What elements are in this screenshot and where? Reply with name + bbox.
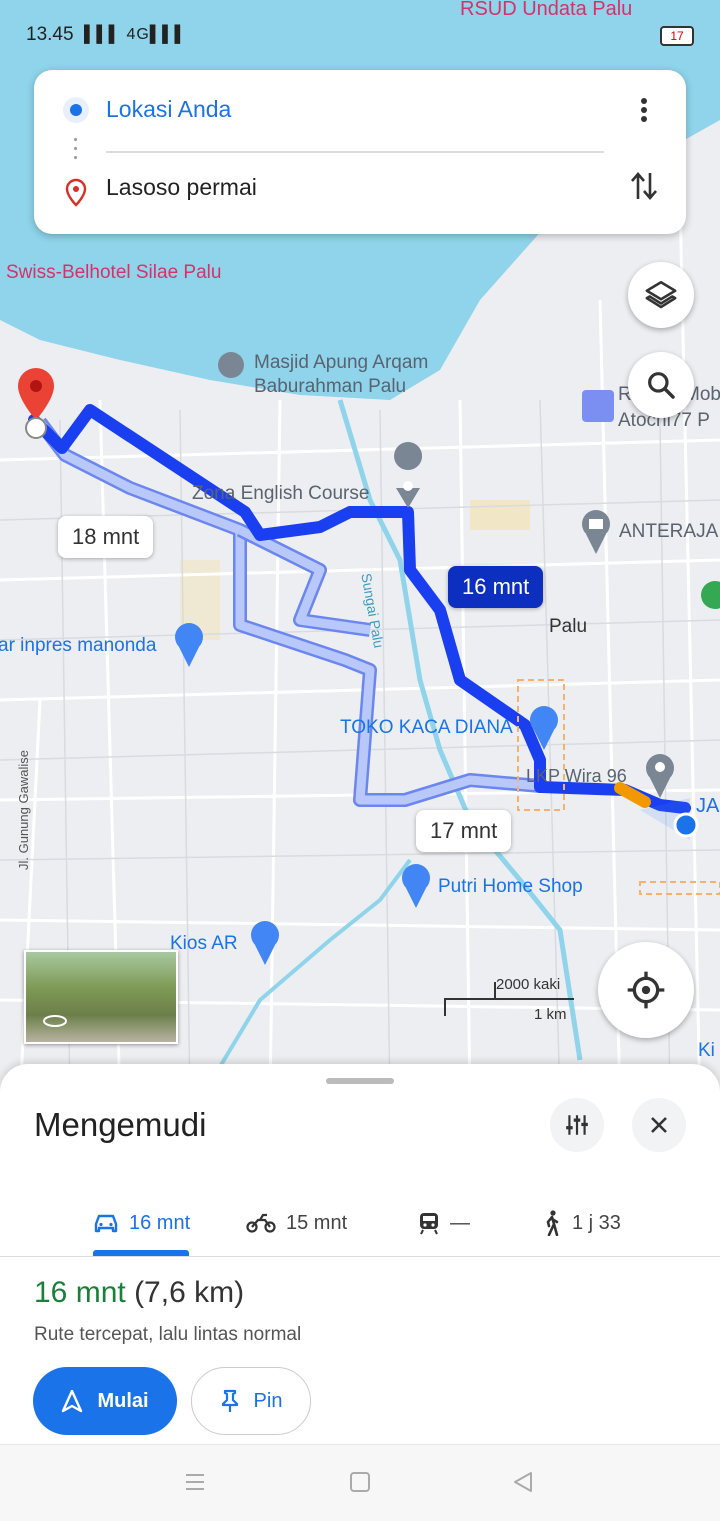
destination-field[interactable]: Lasoso permai (106, 174, 257, 201)
route-distance: (7,6 km) (134, 1276, 245, 1309)
destination-marker-icon (65, 178, 87, 207)
directions-card: Lokasi Anda Lasoso permai (34, 70, 686, 234)
car-icon (94, 1214, 118, 1233)
destination-row[interactable]: Lasoso permai (34, 162, 686, 222)
signal-icon: ▌▌▌ 4G▌▌▌ (84, 26, 187, 43)
search-icon (648, 372, 675, 399)
route-bubble-alt-bottom[interactable]: 17 mnt (416, 810, 512, 852)
origin-field[interactable]: Lokasi Anda (106, 96, 231, 123)
pin-icon (221, 1389, 238, 1412)
back-icon[interactable] (512, 1471, 534, 1493)
swap-vert-icon (631, 172, 657, 200)
label-ki[interactable]: Ki (698, 1040, 715, 1062)
route-description: Rute tercepat, lalu lintas normal (34, 1324, 302, 1345)
home-icon[interactable] (349, 1471, 371, 1493)
label-hotel[interactable]: Swiss-Belhotel Silae Palu (6, 262, 221, 284)
card-divider (106, 151, 604, 153)
poi-pin-dealer (582, 390, 614, 422)
menu-icon[interactable] (184, 1471, 206, 1493)
route-summary: 16 mnt (7,6 km) (34, 1276, 244, 1310)
label-mosque-line1[interactable]: Masjid Apung Arqam (254, 352, 428, 374)
active-tab-indicator (93, 1250, 189, 1256)
drag-handle[interactable] (326, 1078, 394, 1084)
tab-transit-label: — (450, 1211, 470, 1234)
navigation-arrow-icon (62, 1389, 83, 1413)
walk-icon (546, 1210, 559, 1236)
close-icon (651, 1117, 667, 1133)
label-hospital[interactable]: RSUD Undata Palu (460, 0, 632, 21)
motorcycle-icon (246, 1213, 276, 1233)
pin-label: Pin (253, 1389, 283, 1412)
route-options-button[interactable] (550, 1098, 604, 1152)
label-glass-shop[interactable]: TOKO KACA DIANA (340, 717, 513, 739)
layers-button[interactable] (628, 262, 694, 328)
label-kios[interactable]: Kios AR (170, 933, 238, 955)
origin-row[interactable]: Lokasi Anda (34, 80, 686, 140)
label-course[interactable]: Zona English Course (192, 483, 369, 505)
sheet-title: Mengemudi (34, 1106, 207, 1143)
route-duration: 16 mnt (34, 1276, 126, 1309)
label-courier[interactable]: ANTERAJA (619, 521, 718, 543)
tab-walking[interactable]: 1 j 33 (542, 1190, 621, 1256)
tab-motorcycle[interactable]: 15 mnt (246, 1190, 347, 1256)
scale-metric: 1 km (534, 1006, 567, 1023)
route-bubble-alt-left[interactable]: 18 mnt (58, 516, 154, 558)
status-time: 13.45 (26, 24, 74, 45)
my-location-button[interactable] (598, 942, 694, 1038)
search-map-button[interactable] (628, 352, 694, 418)
label-home-shop[interactable]: Putri Home Shop (438, 876, 583, 898)
tune-icon (566, 1115, 588, 1135)
tab-motorcycle-label: 15 mnt (286, 1211, 348, 1234)
label-street: Jl. Gunung Gawalise (16, 750, 31, 870)
swap-button[interactable] (624, 166, 664, 206)
tab-driving[interactable]: 16 mnt (93, 1190, 190, 1256)
map-scale: 2000 kaki 1 km (444, 976, 574, 1023)
layers-icon (645, 280, 677, 309)
start-navigation-button[interactable]: Mulai (33, 1367, 177, 1435)
directions-sheet: Mengemudi 16 mnt 15 mnt — 1 j 33 16 mnt … (0, 1064, 720, 1444)
label-ja[interactable]: JA (696, 795, 719, 818)
route-bubble-main[interactable]: 16 mnt (448, 566, 544, 608)
label-lkp[interactable]: LKP Wira 96 (526, 766, 627, 787)
tab-walking-label: 1 j 33 (572, 1211, 621, 1234)
label-city: Palu (549, 616, 588, 637)
tab-transit[interactable]: — (418, 1190, 470, 1256)
more-vert-icon (641, 98, 647, 122)
label-market[interactable]: ar inpres manonda (0, 635, 156, 657)
start-label: Mulai (97, 1389, 149, 1412)
rotate-360-icon (43, 1015, 67, 1027)
street-view-thumbnail[interactable] (24, 950, 178, 1044)
scale-imperial: 2000 kaki (496, 976, 561, 993)
close-button[interactable] (632, 1098, 686, 1152)
tab-driving-label: 16 mnt (129, 1211, 191, 1234)
more-options-button[interactable] (624, 90, 664, 130)
poi-pin-mosque (218, 352, 244, 378)
battery-icon: 17 (660, 26, 694, 46)
label-mosque-line2[interactable]: Baburahman Palu (254, 376, 406, 398)
origin-dot-icon (63, 97, 89, 123)
transit-icon (420, 1213, 438, 1235)
pin-button[interactable]: Pin (191, 1367, 311, 1435)
travel-mode-tabs: 16 mnt 15 mnt — 1 j 33 (0, 1190, 720, 1257)
system-nav-bar (0, 1444, 720, 1521)
my-location-icon (627, 971, 665, 1009)
